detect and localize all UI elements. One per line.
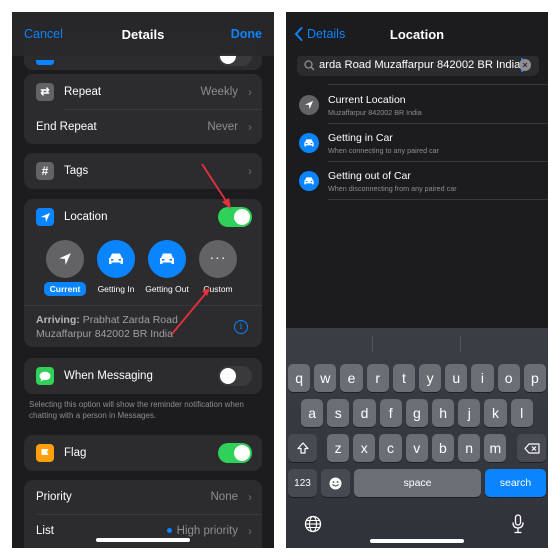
search-key[interactable]: search xyxy=(485,469,546,497)
location-navbar: Details Location xyxy=(286,12,548,56)
search-icon xyxy=(304,59,315,70)
annotation-arrowhead-toggle xyxy=(222,198,231,209)
location-arrow-icon xyxy=(299,95,319,115)
location-search-screen: Details Location arda Road Muzaffarpur 8… xyxy=(286,12,548,548)
key-x[interactable]: x xyxy=(353,434,376,462)
divider xyxy=(328,84,548,85)
emoji-key[interactable] xyxy=(321,469,350,497)
back-label: Details xyxy=(307,27,346,41)
location-search-input[interactable]: arda Road Muzaffarpur 842002 BR India × xyxy=(297,54,539,76)
microphone-icon[interactable] xyxy=(511,514,525,539)
key-f[interactable]: f xyxy=(379,399,402,427)
key-a[interactable]: a xyxy=(301,399,324,427)
page-title: Location xyxy=(389,26,445,42)
key-s[interactable]: s xyxy=(327,399,350,427)
key-h[interactable]: h xyxy=(432,399,455,427)
key-q[interactable]: q xyxy=(288,364,311,392)
key-p[interactable]: p xyxy=(523,364,546,392)
key-b[interactable]: b xyxy=(431,434,454,462)
keyboard: qwertyuiop asdfghjkl zxcvbnm 123 space sea… xyxy=(286,328,548,548)
shift-icon xyxy=(296,442,309,454)
key-m[interactable]: m xyxy=(484,434,507,462)
suggestion-getting-out-of-car[interactable]: Getting out of Car When disconnecting fr… xyxy=(286,162,548,200)
delete-key[interactable] xyxy=(517,434,546,462)
suggestion-title: Getting in Car xyxy=(328,132,393,144)
annotation-arrow-toggle xyxy=(201,163,229,205)
key-e[interactable]: e xyxy=(340,364,363,392)
clear-search-button[interactable]: × xyxy=(519,59,531,71)
key-k[interactable]: k xyxy=(484,399,507,427)
annotation-arrowhead-custom xyxy=(202,288,210,296)
car-icon xyxy=(299,171,319,191)
annotation-arrows xyxy=(171,163,231,335)
key-o[interactable]: o xyxy=(497,364,520,392)
suggestion-getting-in-car[interactable]: Getting in Car When connecting to any pa… xyxy=(286,124,548,162)
back-button[interactable]: Details xyxy=(294,27,345,41)
search-value: arda Road Muzaffarpur 842002 BR India xyxy=(319,58,521,71)
key-d[interactable]: d xyxy=(353,399,376,427)
numbers-key[interactable]: 123 xyxy=(288,469,317,497)
suggestion-subtitle: When connecting to any paired car xyxy=(328,146,440,155)
suggestion-title: Current Location xyxy=(328,94,406,106)
shift-key[interactable] xyxy=(288,434,317,462)
space-key[interactable]: space xyxy=(354,469,481,497)
suggestion-current-location[interactable]: Current Location Muzaffarpur 842002 BR I… xyxy=(286,86,548,124)
globe-icon[interactable] xyxy=(304,515,322,538)
key-i[interactable]: i xyxy=(471,364,494,392)
suggestion-subtitle: When disconnecting from any paired car xyxy=(328,184,457,193)
key-v[interactable]: v xyxy=(405,434,428,462)
key-j[interactable]: j xyxy=(458,399,481,427)
key-c[interactable]: c xyxy=(379,434,402,462)
key-n[interactable]: n xyxy=(458,434,481,462)
predictive-bar xyxy=(286,328,548,358)
key-l[interactable]: l xyxy=(510,399,533,427)
key-u[interactable]: u xyxy=(445,364,468,392)
key-g[interactable]: g xyxy=(405,399,428,427)
key-t[interactable]: t xyxy=(392,364,415,392)
annotation-arrow-custom xyxy=(171,292,207,335)
reminder-details-screen: Cancel Details Done ⇄ Repeat Weekly › En… xyxy=(12,12,274,548)
backspace-icon xyxy=(523,442,540,454)
home-indicator xyxy=(370,539,464,543)
key-z[interactable]: z xyxy=(327,434,350,462)
chevron-left-icon xyxy=(294,27,303,41)
suggestion-subtitle: Muzaffarpur 842002 BR India xyxy=(328,108,422,117)
key-r[interactable]: r xyxy=(366,364,389,392)
emoji-icon xyxy=(329,477,342,489)
key-y[interactable]: y xyxy=(419,364,442,392)
suggestion-title: Getting out of Car xyxy=(328,170,411,182)
car-icon xyxy=(299,133,319,153)
divider xyxy=(328,199,548,200)
key-w[interactable]: w xyxy=(314,364,337,392)
